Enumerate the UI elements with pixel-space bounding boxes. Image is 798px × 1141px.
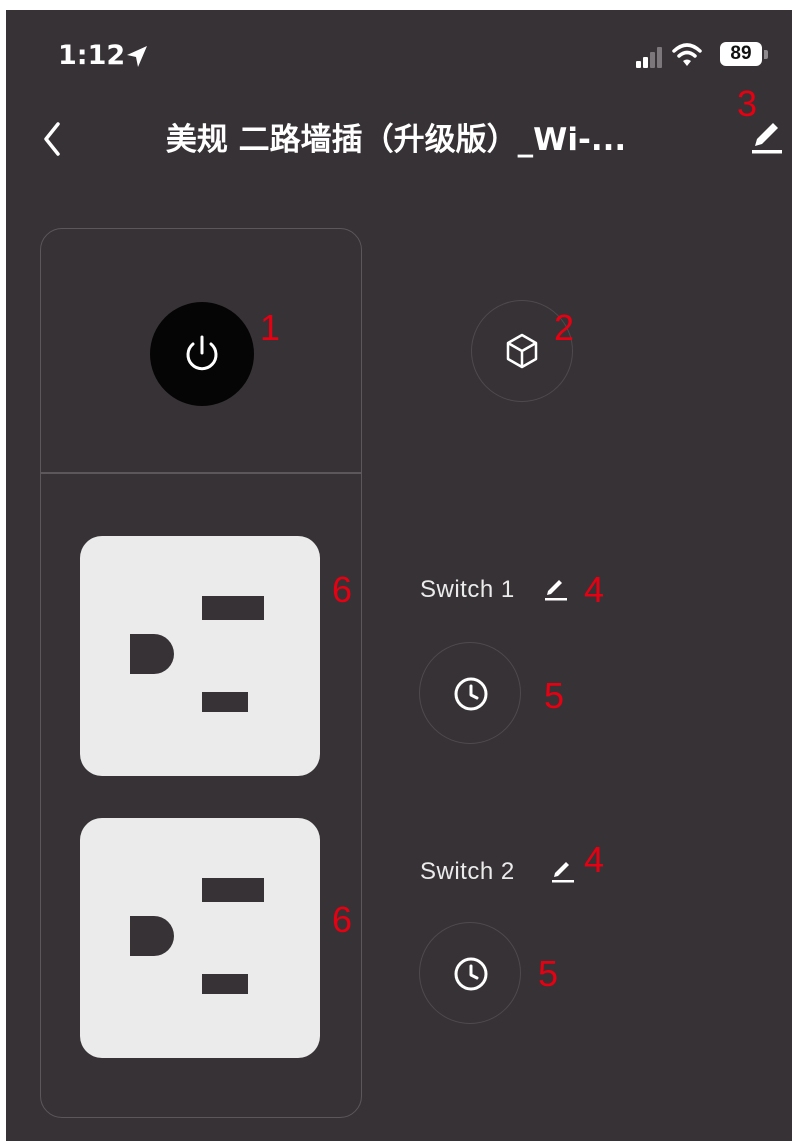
annotation-label: 6 [332, 569, 353, 610]
location-arrow-icon [124, 44, 150, 70]
power-icon [186, 335, 218, 371]
annotation-label: 1 [260, 307, 281, 348]
annotation-label: 4 [584, 839, 605, 880]
switch-2-edit-button[interactable] [549, 858, 577, 886]
status-time: 1:12 [58, 40, 126, 71]
outlet-1[interactable] [80, 536, 320, 776]
annotation-label: 2 [554, 307, 575, 348]
wifi-icon [672, 42, 702, 68]
switch-1-edit-button[interactable] [542, 576, 570, 604]
outlet-slot [202, 692, 248, 712]
battery-level: 89 [720, 42, 762, 66]
pencil-icon [545, 580, 567, 601]
annotation-label: 6 [332, 899, 353, 940]
switch-1-label: Switch 1 [420, 576, 515, 603]
outlet-slot [202, 974, 248, 994]
outlet-slot [202, 596, 264, 620]
clock-icon [454, 677, 488, 711]
annotation-label: 5 [538, 953, 559, 994]
switch-2-label: Switch 2 [420, 858, 515, 885]
outlet-2[interactable] [80, 818, 320, 1058]
switch-2-timer-button[interactable] [419, 922, 521, 1024]
back-button[interactable] [34, 114, 74, 164]
outlet-ground [130, 634, 174, 674]
pencil-icon [552, 862, 574, 883]
signal-icon [636, 46, 664, 68]
clock-icon [454, 957, 488, 991]
switch-1-timer-button[interactable] [419, 642, 521, 744]
chevron-left-icon [44, 122, 60, 156]
annotation-label: 5 [544, 675, 565, 716]
annotation-label: 3 [737, 83, 758, 124]
cube-icon [506, 333, 538, 369]
outlet-slot [202, 878, 264, 902]
panel-divider [41, 472, 361, 474]
power-button[interactable] [150, 302, 254, 406]
battery-tip [764, 50, 768, 59]
battery-icon: 89 [720, 42, 770, 68]
outlet-ground [130, 916, 174, 956]
annotation-label: 4 [584, 569, 605, 610]
app-screen: 1:12 89 美规 二路墙插（升级版）_Wi-... 3 1 2 6 Swit… [6, 10, 792, 1141]
page-title: 美规 二路墙插（升级版）_Wi-... [165, 122, 627, 158]
